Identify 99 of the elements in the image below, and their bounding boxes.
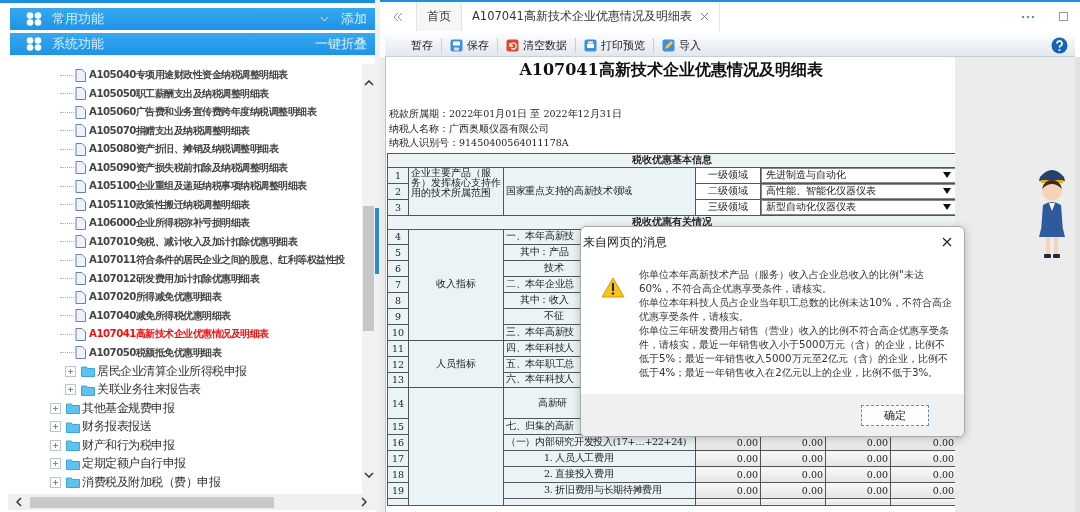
folder-icon <box>81 365 95 378</box>
section-title: 系统功能 <box>52 35 104 53</box>
tree-item[interactable]: A105060广告费和业务宣传费跨年度纳税调整明细表 <box>89 105 317 120</box>
tree-item[interactable]: A107040减免所得税优惠明细表 <box>89 308 231 323</box>
table-cell: 人员指标 <box>408 340 504 388</box>
folder-icon <box>66 420 80 433</box>
tab[interactable]: A107041高新技术企业优惠情况及明细表 <box>461 2 720 31</box>
splitter-handle[interactable] <box>375 208 379 274</box>
dropdown-arrow-icon[interactable] <box>943 172 951 178</box>
document-icon <box>75 142 86 156</box>
document-icon <box>75 253 86 267</box>
document-icon <box>75 124 86 138</box>
tree-item[interactable]: A105090资产损失税前扣除及纳税调整明细表 <box>89 160 288 175</box>
tree-item[interactable]: A106000企业所得税弥补亏损明细表 <box>89 216 250 231</box>
scrollbar-thumb[interactable] <box>363 206 374 331</box>
document-icon <box>75 198 86 212</box>
maximize-icon[interactable] <box>1059 12 1068 21</box>
toolbar-button[interactable]: 保存 <box>444 35 495 55</box>
form-info: 纳税人识别号：91450400564011178A <box>389 136 570 150</box>
document-icon <box>75 216 86 230</box>
tree-item[interactable]: A105110政策性搬迁纳税调整明细表 <box>89 197 250 212</box>
grid-icon <box>26 37 42 51</box>
tree-item[interactable]: A105100企业重组及递延纳税事项纳税调整明细表 <box>89 179 307 194</box>
expand-icon[interactable] <box>50 402 61 414</box>
folder-icon <box>66 439 80 452</box>
tree-item[interactable]: 消费税及附加税（费）申报 <box>82 474 220 490</box>
tree-item[interactable]: 财产和行为税申报 <box>82 437 174 453</box>
chevron-down-icon[interactable] <box>363 472 374 478</box>
document-icon <box>75 179 86 193</box>
tree-item[interactable]: A107012研发费用加计扣除优惠明细表 <box>89 271 260 286</box>
form-info: 纳税人名称：广西奥顺仪器有限公司 <box>389 121 550 136</box>
tree-item[interactable]: A105080资产折旧、摊销及纳税调整明细表 <box>89 142 279 157</box>
folder-icon <box>66 457 80 470</box>
table-cell: 收入指标 <box>408 229 504 341</box>
document-icon <box>75 346 86 360</box>
undo-icon <box>506 38 519 52</box>
ok-button[interactable]: 确定 <box>861 404 929 426</box>
table-cell: 国家重点支持的高新技术领域 <box>503 167 696 215</box>
document-icon <box>75 87 86 101</box>
tree-item[interactable]: A105040专项用途财政性资金纳税调整明细表 <box>89 68 288 83</box>
edit-icon <box>662 38 675 52</box>
document-icon <box>75 105 86 119</box>
vertical-scrollbar[interactable] <box>362 64 375 494</box>
toolbar-button[interactable]: 打印预览 <box>578 35 651 55</box>
folder-icon <box>66 402 80 415</box>
close-icon[interactable] <box>942 237 952 247</box>
tree-item[interactable]: 财务报表报送 <box>82 419 151 435</box>
chevron-left-icon[interactable] <box>16 497 22 507</box>
tree-item[interactable]: 定期定额户自行申报 <box>82 456 186 472</box>
form-info: 税款所属期：2022年01月01日 至 2022年12月31日 <box>389 107 623 121</box>
expand-icon[interactable] <box>50 421 61 433</box>
grid-icon <box>26 12 42 26</box>
table-cell: 企业主要产品（服务）发挥核心支持作用的技术所属范围 <box>408 167 504 215</box>
double-chevron-left-icon[interactable] <box>392 11 404 22</box>
tree-item[interactable]: A107010免税、减计收入及加计扣除优惠明细表 <box>89 234 298 249</box>
expand-icon[interactable] <box>50 458 61 470</box>
chevron-up-icon[interactable] <box>363 80 374 86</box>
tree-item[interactable]: A105070捐赠支出及纳税调整明细表 <box>89 123 250 138</box>
tree-item[interactable]: A107050税额抵免优惠明细表 <box>89 345 222 360</box>
section-heading: 税收优惠基本信息 <box>387 153 955 167</box>
document-icon <box>75 235 86 249</box>
help-icon[interactable] <box>1051 36 1068 54</box>
dropdown-field[interactable]: 先进制造与自动化 <box>761 168 955 182</box>
form-title: A107041高新技术企业优惠情况及明细表 <box>518 60 824 81</box>
document-icon <box>75 327 86 341</box>
toolbar-button[interactable]: 暂存 <box>405 35 439 55</box>
tree-item[interactable]: 关联业务往来报告表 <box>97 382 201 398</box>
tree-item[interactable]: 其他基金规费申报 <box>82 400 174 416</box>
tab[interactable]: 首页 <box>416 2 461 31</box>
document-icon <box>75 68 86 82</box>
scrollbar-thumb[interactable] <box>30 496 274 508</box>
chevron-right-icon[interactable] <box>361 497 367 507</box>
folder-icon <box>81 383 95 396</box>
expand-icon[interactable] <box>50 439 61 451</box>
toolbar-button[interactable]: 清空数据 <box>500 35 573 55</box>
tree-item[interactable]: 居民企业清算企业所得税申报 <box>97 363 247 379</box>
tree-item[interactable]: A107011符合条件的居民企业之间的股息、红利等权益性投 <box>89 253 345 268</box>
horizontal-scrollbar[interactable] <box>8 494 375 510</box>
expand-icon[interactable] <box>65 365 76 377</box>
dropdown-field[interactable]: 新型自动化仪器仪表 <box>761 200 955 214</box>
expand-icon[interactable] <box>50 476 61 488</box>
toolbar-button[interactable]: 导入 <box>656 35 707 55</box>
tree-item[interactable]: A107020所得减免优惠明细表 <box>89 290 222 305</box>
expand-icon[interactable] <box>65 384 76 396</box>
document-icon <box>75 272 86 286</box>
warning-icon <box>601 277 625 298</box>
tree-item[interactable]: A107041高新技术企业优惠情况及明细表 <box>89 327 269 342</box>
section-title: 常用功能 <box>52 10 104 28</box>
document-icon <box>75 161 86 175</box>
dropdown-field[interactable]: 高性能、智能化仪器仪表 <box>761 184 955 198</box>
more-icon[interactable] <box>1021 14 1035 19</box>
document-icon <box>75 309 86 323</box>
tree-item[interactable]: A105050职工薪酬支出及纳税调整明细表 <box>89 86 269 101</box>
folder-icon <box>66 476 80 489</box>
dropdown-arrow-icon[interactable] <box>943 188 951 194</box>
document-icon <box>75 290 86 304</box>
printer-icon <box>584 38 597 52</box>
row-number: 14 <box>387 387 409 419</box>
dropdown-arrow-icon[interactable] <box>943 204 951 210</box>
